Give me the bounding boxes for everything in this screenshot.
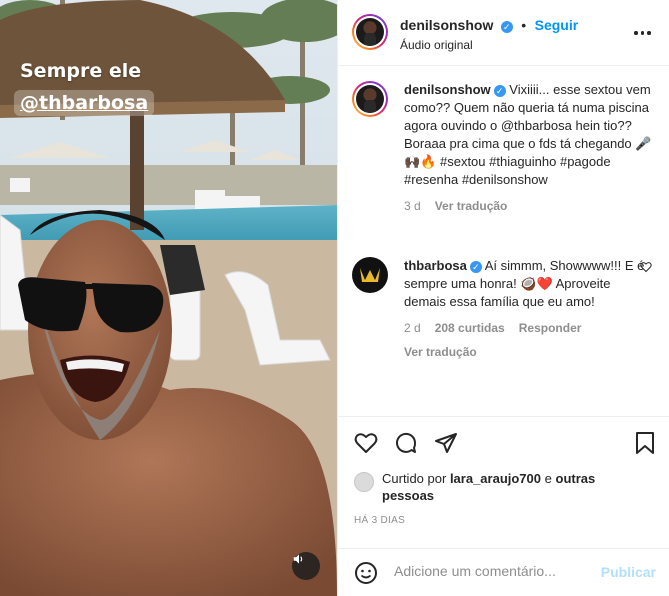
publish-comment-button[interactable]: Publicar — [601, 564, 656, 580]
audio-toggle-button[interactable] — [292, 552, 320, 580]
share-paper-plane-icon[interactable] — [434, 431, 458, 455]
post-date[interactable]: HÁ 3 DIAS — [354, 515, 405, 526]
caption-translate-link[interactable]: Ver tradução — [435, 197, 508, 215]
more-options-icon[interactable] — [634, 24, 652, 42]
audio-label[interactable]: Áudio original — [400, 38, 473, 52]
caption-avatar[interactable] — [352, 81, 388, 117]
author-username[interactable]: denilsonshow — [400, 17, 493, 33]
caption-text: Vixiiii... esse sextou vem como?? Quem n… — [404, 82, 652, 187]
post-header: denilsonshow ✓ • Seguir Áudio original — [338, 0, 669, 66]
comment-meta: 2 d 208 curtidas Responder — [404, 319, 652, 337]
comment-input[interactable] — [394, 563, 594, 579]
overlay-caption-mention: @thbarbosa — [14, 90, 155, 116]
caption-username[interactable]: denilsonshow — [404, 82, 491, 97]
post-side-panel: denilsonshow ✓ • Seguir Áudio original d… — [337, 0, 669, 596]
verified-badge-icon: ✓ — [500, 21, 513, 33]
likes-connector: e — [544, 471, 552, 486]
emoji-icon[interactable] — [354, 561, 378, 585]
verified-badge-icon: ✓ — [493, 85, 506, 97]
comment-username[interactable]: thbarbosa — [404, 258, 467, 273]
post-media[interactable]: Sempre ele @thbarbosa — [0, 0, 337, 596]
likes-text: Curtido por lara_araujo700 e outras pess… — [382, 470, 642, 504]
caption-body: denilsonshow ✓ Vixiiii... esse sextou vem… — [404, 81, 652, 215]
commenter-avatar[interactable] — [352, 257, 388, 293]
overlay-caption-line1: Sempre ele — [20, 60, 142, 82]
comments-list[interactable]: denilsonshow ✓ Vixiiii... esse sextou vem… — [338, 67, 669, 415]
comment-body: thbarbosa ✓ Aí simmm, Showwww!!! E é semp… — [404, 257, 652, 361]
comment-time: 2 d — [404, 321, 421, 335]
comment-reply-button[interactable]: Responder — [519, 319, 582, 337]
likes-prefix: Curtido por — [382, 471, 447, 486]
like-heart-icon[interactable] — [354, 431, 378, 455]
liker-avatar[interactable] — [354, 472, 374, 492]
crown-logo-icon — [360, 268, 380, 282]
comment-likes-count[interactable]: 208 curtidas — [435, 319, 505, 337]
verified-badge-icon: ✓ — [469, 261, 482, 273]
caption-meta: 3 d Ver tradução — [404, 197, 652, 215]
speaker-icon — [293, 554, 303, 564]
caption-time: 3 d — [404, 199, 421, 213]
liker-username[interactable]: lara_araujo700 — [450, 471, 541, 486]
save-bookmark-icon[interactable] — [634, 431, 656, 455]
add-comment-bar: Publicar — [338, 548, 669, 596]
author-row: denilsonshow ✓ • Seguir — [400, 17, 578, 35]
post-actions-bar — [338, 416, 669, 468]
author-avatar[interactable] — [352, 14, 388, 50]
comment-bubble-icon[interactable] — [394, 431, 418, 455]
comment-like-heart-icon[interactable] — [640, 261, 652, 273]
follow-button[interactable]: Seguir — [535, 17, 579, 33]
separator: • — [521, 17, 527, 33]
comment-translate-link[interactable]: Ver tradução — [404, 343, 652, 361]
